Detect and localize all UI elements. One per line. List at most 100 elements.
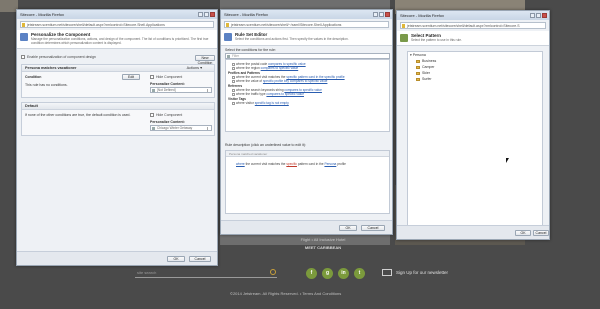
site-search[interactable]: site search — [135, 268, 277, 278]
hide-component-label: Hide Component — [156, 75, 183, 79]
condition-group: Visitor Tags where visitor specific tag … — [226, 97, 389, 105]
cancel-button[interactable]: Cancel — [533, 230, 549, 236]
enable-design-checkbox[interactable]: Enable personalization of component desi… — [21, 55, 96, 60]
condition-name: Persona matches vacationer — [25, 66, 77, 70]
copyright: ©2014 Jetstream. All Rights Reserved. • … — [230, 291, 342, 296]
ok-button[interactable]: OK — [339, 225, 357, 231]
where-link[interactable]: where — [236, 162, 245, 166]
google-plus-icon[interactable]: g — [322, 268, 333, 279]
content-selector[interactable]: Chicago Winter Getaway — [150, 125, 212, 131]
dropdown-icon[interactable] — [207, 127, 210, 130]
condition-item[interactable]: where visitor specific tag is not empty — [226, 101, 389, 105]
maximize-icon[interactable] — [536, 13, 541, 18]
content-value: [Not Defined] — [157, 88, 176, 92]
tree-item-label: Camper — [422, 65, 435, 69]
dialog-description: Manage the personalization conditions, a… — [31, 37, 209, 45]
url-bar[interactable]: jetstream.scentium.net/sitecore/shell/de… — [20, 21, 214, 28]
mouse-cursor-icon — [506, 158, 509, 163]
checkbox-icon[interactable] — [150, 113, 154, 118]
section-header[interactable]: Persona matches vacationer Actions ▾ — [22, 65, 214, 72]
actions-menu[interactable]: Actions ▾ — [187, 65, 202, 72]
tree-root[interactable]: ▾ Persona — [410, 53, 426, 57]
lock-icon — [402, 24, 405, 28]
persona-profile-link[interactable]: Persona — [324, 162, 336, 166]
url-bar[interactable]: jetstream.scentium.net/sitecore/shell/~/… — [224, 21, 389, 28]
tree-root-label: Persona — [412, 53, 426, 57]
section-header[interactable]: Default — [22, 103, 214, 110]
search-icon[interactable] — [270, 269, 276, 275]
lock-icon — [226, 23, 229, 27]
condition-link[interactable]: specific tag is not empty — [255, 101, 289, 105]
mail-icon[interactable] — [382, 269, 392, 276]
minimize-icon[interactable] — [198, 12, 203, 17]
url-bar[interactable]: jetstream.scentium.net/sitecore/shell/de… — [400, 22, 546, 29]
newsletter-signup[interactable]: Sign Up for our newsletter — [396, 270, 448, 275]
maximize-icon[interactable] — [204, 12, 209, 17]
checkbox-icon[interactable] — [232, 101, 235, 105]
conditions-list: where the postal code compares to specif… — [225, 59, 390, 132]
window-titlebar[interactable]: Sitecore - Mozilla Firefox — [221, 10, 392, 19]
personalize-content-label: Personalize Content: — [150, 120, 185, 124]
cancel-button[interactable]: Cancel — [361, 225, 385, 231]
rule-description-panel: Persona matched vacationer where the cur… — [225, 150, 390, 214]
edit-condition-button[interactable]: Edit — [122, 74, 140, 80]
twitter-icon[interactable]: t — [354, 268, 365, 279]
condition-text: where the traffic type — [236, 92, 267, 96]
dialog-header: Personalize the Component Manage the per… — [17, 30, 217, 49]
condition-text: where the value of — [236, 79, 263, 83]
dialog-footer: OK Cancel — [17, 251, 217, 265]
maximize-icon[interactable] — [379, 12, 384, 17]
item-icon — [152, 89, 155, 92]
condition-label: Condition — [25, 75, 42, 79]
window-titlebar[interactable]: Sitecore - Mozilla Firefox — [397, 11, 549, 20]
condition-name: Default — [25, 104, 38, 108]
rule-text-part: pattern card in the — [296, 162, 325, 166]
tree-item-camper[interactable]: Camper — [416, 65, 434, 69]
footer-link-meet[interactable]: MEET CARIBBEAN — [283, 245, 363, 250]
condition-link[interactable]: compares to specific value — [266, 92, 304, 96]
condition-item[interactable]: where the value of specific profile key … — [226, 79, 389, 83]
new-condition-button[interactable]: New Condition — [195, 55, 215, 65]
checkbox-icon[interactable] — [232, 92, 235, 96]
content-selector[interactable]: [Not Defined] — [150, 87, 212, 93]
tree-item-surfer[interactable]: Surfer — [416, 77, 432, 81]
window-title: Sitecore - Mozilla Firefox — [224, 12, 269, 17]
hide-component-checkbox[interactable]: Hide Component — [150, 75, 183, 80]
cancel-button[interactable]: Cancel — [189, 256, 211, 262]
close-icon[interactable] — [385, 12, 390, 17]
condition-item[interactable]: where the traffic type compares to speci… — [226, 92, 389, 96]
facebook-icon[interactable]: f — [306, 268, 317, 279]
linkedin-icon[interactable]: in — [338, 268, 349, 279]
pattern-icon — [400, 34, 408, 42]
checkbox-icon[interactable] — [232, 66, 235, 70]
rule-set-editor-window: Sitecore - Mozilla Firefox jetstream.sce… — [220, 9, 393, 235]
tree-item-business[interactable]: Business — [416, 59, 436, 63]
condition-item[interactable]: where the region compares to specific va… — [226, 66, 389, 70]
checkbox-icon[interactable] — [232, 79, 235, 83]
dropdown-icon[interactable] — [207, 89, 210, 92]
filter-icon — [227, 55, 230, 58]
minimize-icon[interactable] — [530, 13, 535, 18]
condition-section-vacationer: Persona matches vacationer Actions ▾ Con… — [21, 64, 215, 98]
minimize-icon[interactable] — [373, 12, 378, 17]
hide-component-checkbox[interactable]: Hide Component — [150, 113, 182, 118]
checkbox-icon[interactable] — [21, 55, 25, 60]
condition-link[interactable]: compares to specific value — [261, 66, 299, 70]
pattern-card-icon — [416, 59, 420, 63]
personalize-window: Sitecore - Mozilla Firefox jetstream.sce… — [16, 9, 218, 266]
ok-button[interactable]: OK — [515, 230, 531, 236]
dialog-description: Select the conditions and actions first.… — [235, 37, 349, 41]
condition-section-default: Default If none of the other conditions … — [21, 102, 215, 136]
condition-text: where visitor — [236, 101, 255, 105]
footer-link[interactable]: Flight • All Inclusive Hotel — [283, 237, 363, 242]
tree-item-label: Business — [422, 59, 437, 63]
checkbox-icon[interactable] — [150, 75, 154, 80]
condition-link[interactable]: specific profile key compares to specifi… — [263, 79, 328, 83]
close-icon[interactable] — [210, 12, 215, 17]
window-titlebar[interactable]: Sitecore - Mozilla Firefox — [17, 10, 217, 19]
tree-item-skier[interactable]: Skier — [416, 71, 430, 75]
close-icon[interactable] — [542, 13, 547, 18]
ok-button[interactable]: OK — [167, 256, 185, 262]
dialog-footer: OK Cancel — [397, 225, 549, 239]
specific-pattern-link[interactable]: specific — [286, 162, 297, 166]
